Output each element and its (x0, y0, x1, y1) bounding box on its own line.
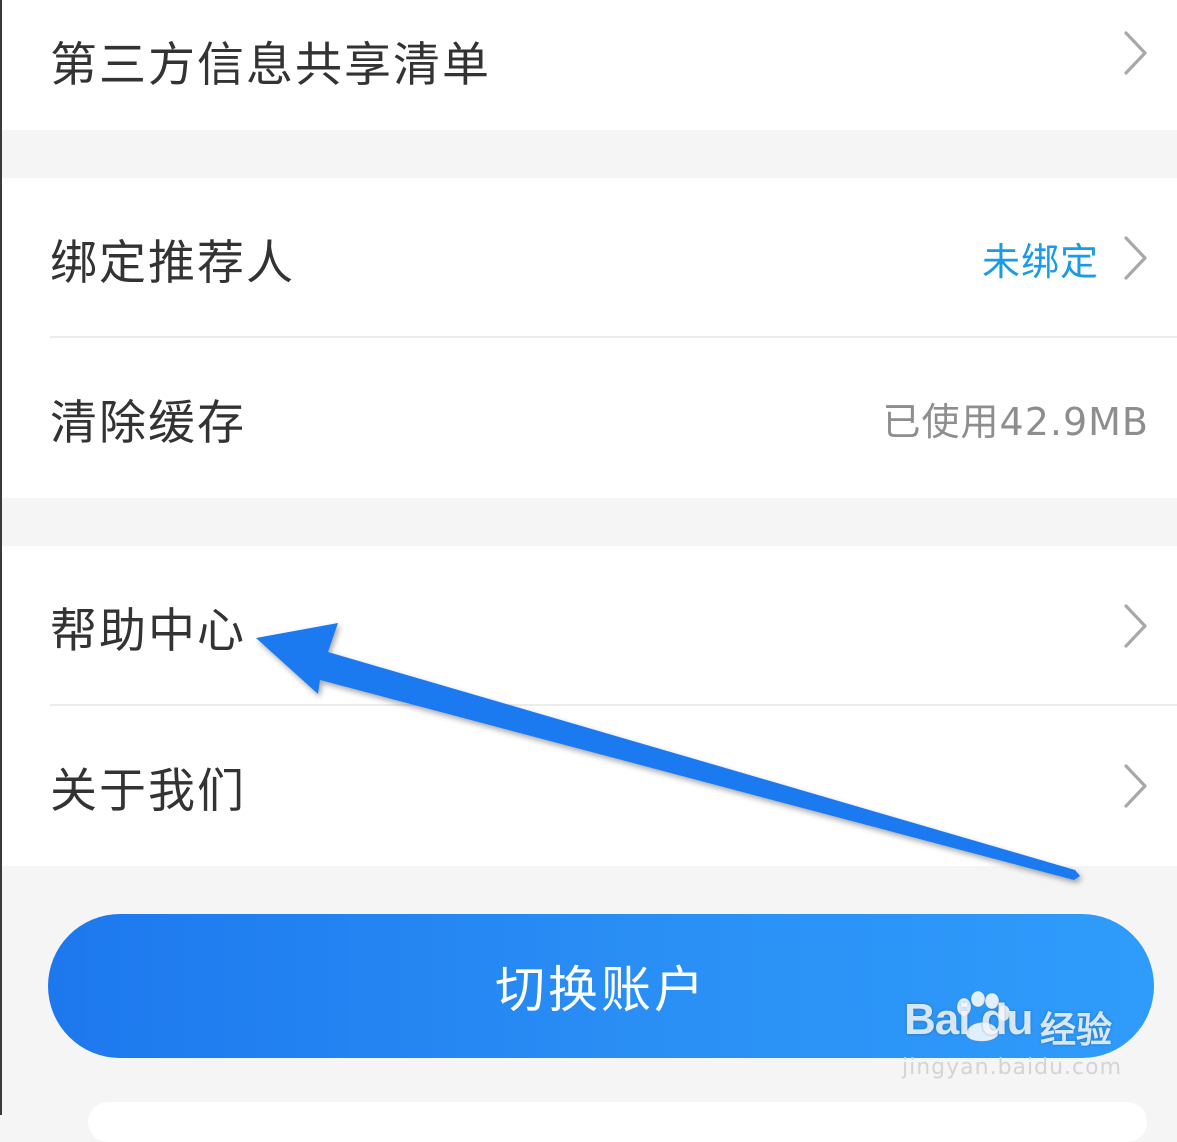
bottom-card-partial (88, 1102, 1147, 1142)
settings-item-label: 第三方信息共享清单 (50, 38, 491, 93)
chevron-right-icon (1124, 764, 1147, 808)
watermark-url: jingyan.baidu.com (902, 1055, 1123, 1080)
settings-item-help-center[interactable]: 帮助中心 (2, 546, 1177, 706)
settings-item-label: 帮助中心 (50, 603, 246, 659)
settings-item-label: 清除缓存 (50, 395, 246, 451)
switch-account-button[interactable]: 切换账户 (48, 914, 1154, 1058)
chevron-right-icon (1124, 31, 1147, 75)
chevron-right-icon (1124, 236, 1147, 280)
settings-item-label: 绑定推荐人 (50, 235, 295, 291)
cache-size: 已使用42.9MB (882, 399, 1149, 444)
settings-item-clear-cache[interactable]: 清除缓存 已使用42.9MB (2, 338, 1177, 498)
switch-account-label: 切换账户 (495, 961, 707, 1019)
settings-item-label: 关于我们 (50, 763, 246, 819)
settings-item-about-us[interactable]: 关于我们 (2, 706, 1177, 866)
settings-group-2: 绑定推荐人 未绑定 清除缓存 已使用42.9MB (2, 178, 1177, 498)
settings-group-1: 第三方信息共享清单 (2, 0, 1177, 130)
chevron-right-icon (1124, 604, 1147, 648)
referrer-status: 未绑定 (981, 239, 1099, 284)
settings-item-third-party-sharing[interactable]: 第三方信息共享清单 (2, 0, 1177, 130)
settings-item-bind-referrer[interactable]: 绑定推荐人 未绑定 (2, 178, 1177, 338)
settings-group-3: 帮助中心 关于我们 (2, 546, 1177, 866)
